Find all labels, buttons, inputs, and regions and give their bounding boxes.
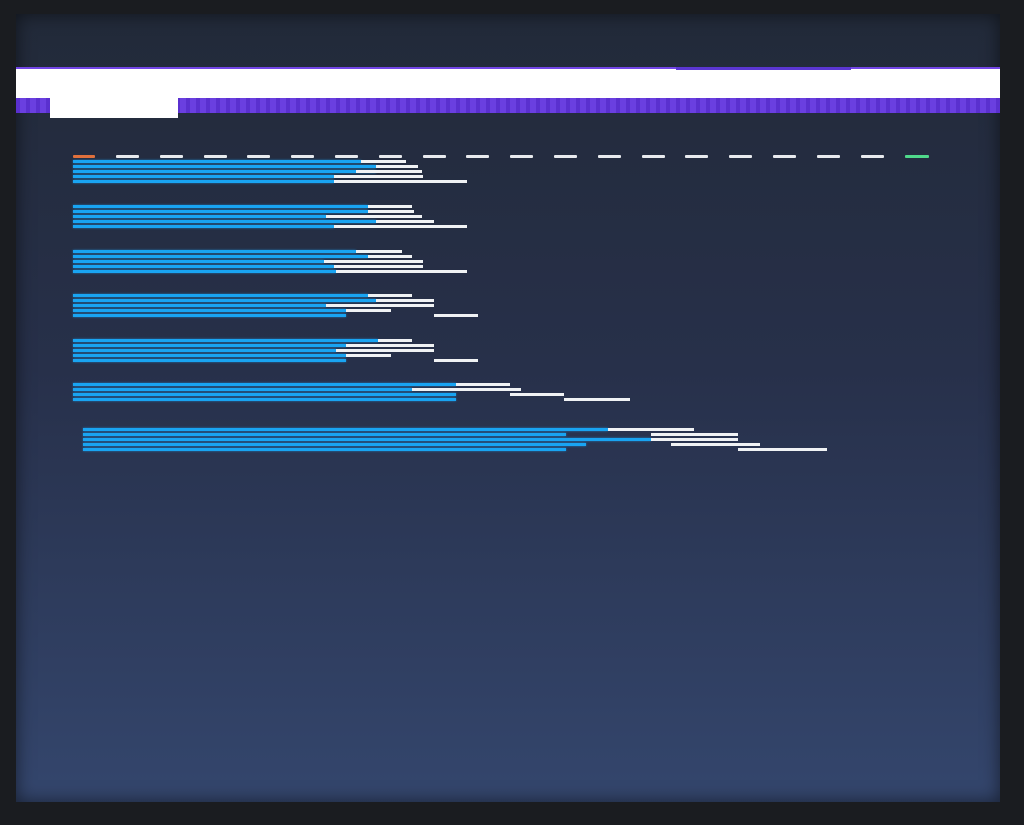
group-1-blue-bar [73,180,334,183]
dash-segment [378,155,402,158]
group-3-white-bar [368,255,412,258]
dash-segment [597,155,621,158]
dash-segment [729,155,753,158]
group-2-white-bar [334,225,467,228]
group-4-white-bar [368,294,412,297]
dash-segment [860,155,884,158]
group-7-white-bar [651,433,738,436]
group-5-blue-bar [73,339,378,342]
group-4-blue-bar [73,299,376,302]
group-3-blue-bar [73,270,336,273]
dash-segment [159,155,183,158]
group-6-blue-bar [73,388,412,391]
group-4-blue-bar [73,309,346,312]
dash-end [905,155,929,158]
monitor-bezel [0,0,1024,825]
group-4-white-bar [434,314,478,317]
group-3-white-bar [324,260,423,263]
group-1-blue-bar [73,175,334,178]
group-2-blue-bar [73,205,368,208]
dash-start [73,155,95,158]
dash-segment [247,155,271,158]
group-5-blue-bar [73,354,346,357]
dash-segment [466,155,490,158]
group-7-white-bar [651,438,738,441]
group-6-blue-bar [73,398,456,401]
group-5-blue-bar [73,344,346,347]
group-1-white-bar [334,175,423,178]
group-2-white-bar [326,215,422,218]
dash-indicator-row [16,14,1000,214]
group-4-white-bar [346,309,391,312]
group-4-blue-bar [73,314,346,317]
dash-segment [685,155,709,158]
group-3-blue-bar [73,255,368,258]
group-7-white-bar [671,443,760,446]
group-3-white-bar [356,250,402,253]
group-7-white-bar [738,448,827,451]
group-6-white-bar [412,388,521,391]
dash-segment [116,155,139,158]
group-4-blue-bar [73,294,368,297]
group-5-white-bar [336,349,434,352]
group-2-white-bar [376,220,434,223]
group-7-blue-bar [83,448,566,451]
group-1-blue-bar [73,160,361,163]
group-6-white-bar [456,383,510,386]
group-5-blue-bar [73,359,346,362]
group-7-blue-bar [83,433,566,436]
dash-segment [554,155,577,158]
group-6-white-bar [510,393,564,396]
group-1-white-bar [334,180,467,183]
group-7-blue-bar [83,438,651,441]
group-1-blue-bar [73,165,376,168]
group-5-blue-bar [73,349,336,352]
dash-segment [510,155,534,158]
dash-segment [291,155,315,158]
group-5-white-bar [378,339,412,342]
group-6-blue-bar [73,383,456,386]
group-7-blue-bar [83,428,608,431]
group-2-blue-bar [73,215,326,218]
display-screen [16,14,1000,802]
group-2-blue-bar [73,220,376,223]
group-2-blue-bar [73,225,334,228]
group-7-white-bar [608,428,694,431]
dash-segment [203,155,227,158]
group-2-blue-bar [73,210,368,213]
group-7-blue-bar [83,443,586,446]
dash-segment [335,155,358,158]
group-1-white-bar [356,170,422,173]
group-4-white-bar [376,299,434,302]
group-6-white-bar [564,398,630,401]
group-3-white-bar [334,265,423,268]
group-5-white-bar [346,354,391,357]
group-1-white-bar [361,160,406,163]
group-6-blue-bar [73,393,456,396]
group-3-blue-bar [73,250,356,253]
dash-segment [641,155,665,158]
dash-segment [816,155,840,158]
group-5-white-bar [346,344,434,347]
group-4-blue-bar [73,304,326,307]
group-3-blue-bar [73,260,324,263]
dash-segment [422,155,446,158]
group-4-white-bar [326,304,434,307]
group-3-blue-bar [73,265,334,268]
group-5-white-bar [434,359,478,362]
group-3-white-bar [336,270,467,273]
group-2-white-bar [368,210,414,213]
group-1-blue-bar [73,170,376,173]
group-1-white-bar [376,165,418,168]
group-2-white-bar [368,205,412,208]
dash-segment [773,155,796,158]
